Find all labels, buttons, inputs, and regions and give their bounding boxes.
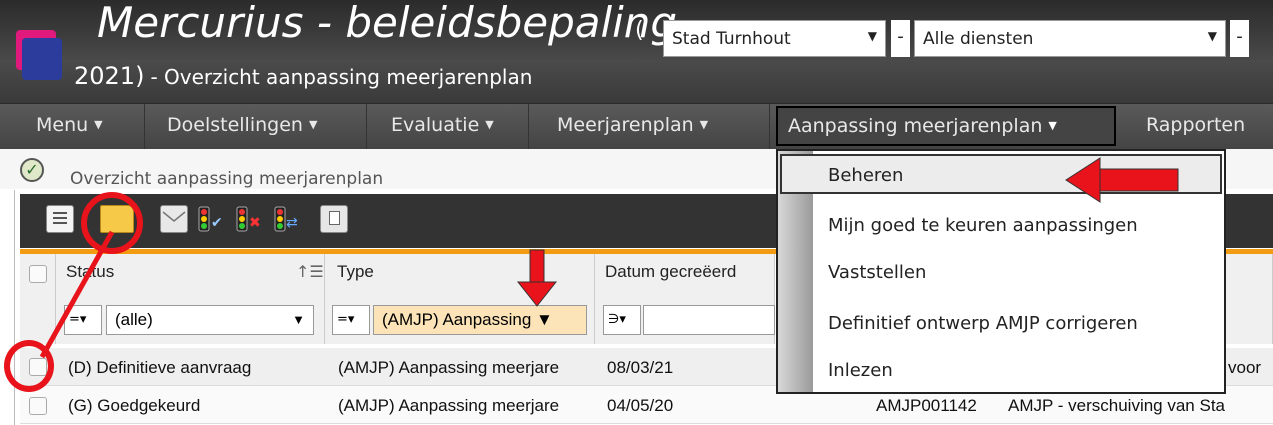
annotation-arrow-left (1065, 157, 1179, 203)
annotation-circle-folder (81, 192, 143, 254)
annotation-circle-checkbox (4, 340, 54, 392)
annotation-overlay (39, 157, 1179, 359)
annotation-arrow-down (516, 249, 558, 307)
